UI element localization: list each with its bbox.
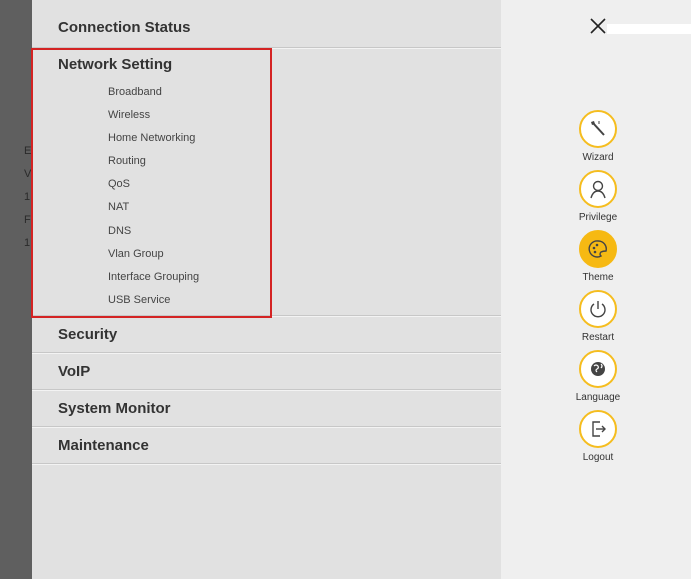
submenu-wireless[interactable]: Wireless — [108, 105, 199, 128]
submenu-broadband[interactable]: Broadband — [108, 82, 199, 105]
navigation-menu-panel: Connection Status Network Setting Broadb… — [32, 0, 501, 579]
network-setting-submenu: Broadband Wireless Home Networking Routi… — [108, 82, 199, 313]
user-icon[interactable] — [579, 170, 617, 208]
logout-button[interactable]: Logout — [566, 410, 630, 464]
submenu-home-networking[interactable]: Home Networking — [108, 128, 199, 151]
power-icon[interactable] — [579, 290, 617, 328]
submenu-nat[interactable]: NAT — [108, 197, 199, 220]
restart-button[interactable]: Restart — [566, 290, 630, 344]
wizard-label: Wizard — [582, 152, 614, 163]
wizard-button[interactable]: Wizard — [566, 110, 630, 164]
background-text: E V 1 F 1 — [24, 145, 32, 249]
menu-voip[interactable]: VoIP — [32, 353, 501, 390]
top-bar — [607, 24, 691, 34]
restart-label: Restart — [581, 332, 615, 343]
submenu-qos[interactable]: QoS — [108, 174, 199, 197]
close-button[interactable] — [588, 16, 608, 36]
submenu-routing[interactable]: Routing — [108, 151, 199, 174]
menu-connection-status-label[interactable]: Connection Status — [58, 18, 191, 38]
palette-icon[interactable] — [579, 230, 617, 268]
theme-button[interactable]: Theme — [566, 230, 630, 284]
menu-maintenance[interactable]: Maintenance — [32, 427, 501, 464]
close-icon — [590, 18, 606, 34]
menu-network-setting-label[interactable]: Network Setting — [58, 55, 172, 75]
privilege-label: Privilege — [578, 212, 618, 223]
submenu-usb-service[interactable]: USB Service — [108, 290, 199, 313]
menu-security-label[interactable]: Security — [58, 325, 117, 345]
language-label: Language — [575, 392, 621, 403]
language-button[interactable]: Language — [566, 350, 630, 404]
menu-voip-label[interactable]: VoIP — [58, 362, 90, 382]
menu-system-monitor-label[interactable]: System Monitor — [58, 399, 171, 419]
globe-icon[interactable] — [579, 350, 617, 388]
menu-system-monitor[interactable]: System Monitor — [32, 390, 501, 427]
privilege-button[interactable]: Privilege — [566, 170, 630, 224]
theme-label: Theme — [582, 272, 614, 283]
logout-label: Logout — [582, 452, 614, 463]
submenu-dns[interactable]: DNS — [108, 221, 199, 244]
menu-network-setting: Network Setting — [32, 48, 501, 316]
submenu-interface-grouping[interactable]: Interface Grouping — [108, 267, 199, 290]
menu-security[interactable]: Security — [32, 316, 501, 353]
logout-icon[interactable] — [579, 410, 617, 448]
menu-maintenance-label[interactable]: Maintenance — [58, 436, 149, 456]
menu-connection-status[interactable]: Connection Status — [32, 0, 501, 48]
wizard-icon[interactable] — [579, 110, 617, 148]
background-page — [0, 0, 32, 579]
submenu-vlan-group[interactable]: Vlan Group — [108, 244, 199, 267]
